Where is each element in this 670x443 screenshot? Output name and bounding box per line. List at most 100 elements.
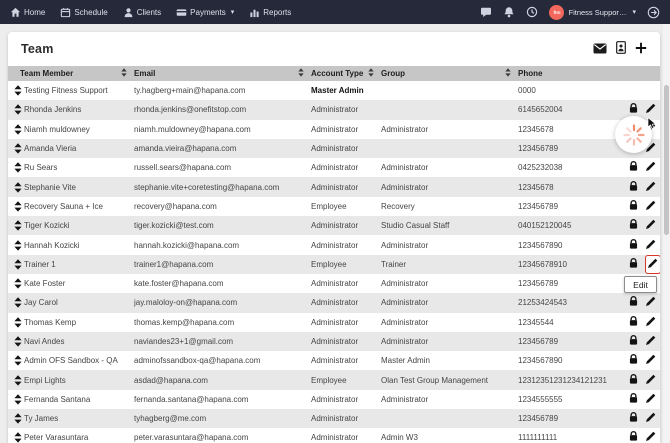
circle-arrow-icon[interactable] [647,6,660,19]
drag-handle-icon[interactable] [12,374,24,386]
drag-handle-icon[interactable] [12,220,24,231]
row-actions [628,430,660,443]
team-member-email: ty.hagberg+main@hapana.com [134,86,246,96]
clock-icon[interactable] [526,6,538,18]
edit-button[interactable] [645,238,657,253]
pencil-icon [645,353,657,368]
drag-handle-icon[interactable] [12,123,24,135]
drag-handle-icon[interactable] [12,201,24,212]
team-member-name: Amanda Vieria [24,144,77,154]
group: Administrator [381,279,429,289]
team-member-name: Testing Fitness Support [24,86,108,96]
edit-button[interactable] [645,392,657,407]
column-header-account-type[interactable]: Account Type [311,66,381,81]
lock-button[interactable] [628,238,639,253]
drag-handle-icon[interactable] [12,181,24,193]
add-team-member-button[interactable] [635,42,647,57]
edit-button[interactable] [645,315,657,330]
edit-button[interactable] [645,411,657,426]
column-header-email[interactable]: Email [134,66,311,81]
chat-icon[interactable] [480,6,492,18]
team-member-email: recovery@hapana.com [134,201,217,211]
edit-button[interactable] [645,102,657,117]
drag-handle-icon[interactable] [12,394,24,405]
user-menu[interactable]: ftm Fitness Support... ▾ [549,4,636,20]
drag-handle-icon[interactable] [12,104,24,116]
nav-clients[interactable]: Clients [123,7,161,18]
nav-home[interactable]: Home [10,7,45,18]
lock-button[interactable] [628,315,639,330]
team-member-email: fernanda.santana@hapana.com [134,394,249,404]
account-type: Employee [311,375,347,385]
nav-reports[interactable]: Reports [249,7,291,18]
drag-handle-icon[interactable] [12,85,24,96]
lock-icon [628,353,639,368]
lock-button[interactable] [628,199,639,214]
pencil-icon [645,238,657,253]
team-table-body: Testing Fitness Support ty.hagberg+main@… [8,81,660,443]
account-type: Administrator [311,394,359,404]
drag-handle-icon[interactable] [12,355,24,366]
lock-button[interactable] [628,180,639,195]
phone: 12345678 [518,124,554,134]
lock-button[interactable] [628,411,639,426]
drag-handle-icon[interactable] [12,259,24,270]
calendar-icon [60,7,71,18]
plus-icon [635,42,647,57]
drag-handle-icon[interactable] [12,336,24,347]
edit-button[interactable] [645,160,657,175]
pencil-icon [645,334,657,349]
home-icon [10,7,21,18]
drag-handle-icon[interactable] [12,316,24,328]
drag-handle-icon[interactable] [12,432,24,443]
lock-button[interactable] [628,218,639,233]
lock-button[interactable] [628,373,639,388]
lock-button[interactable] [628,160,639,175]
edit-button[interactable] [645,180,657,195]
export-team-button[interactable] [616,41,626,57]
lock-button[interactable] [628,257,639,272]
edit-button[interactable] [645,334,657,349]
edit-button[interactable] [645,199,657,214]
drag-handle-icon[interactable] [12,413,24,424]
phone: 123456789 [518,144,559,154]
table-row: Admin OFS Sandbox - QA adminofssandbox-q… [8,351,660,370]
lock-button[interactable] [628,392,639,407]
lock-button[interactable] [628,295,639,310]
edit-button[interactable] [645,353,657,368]
lock-button[interactable] [628,430,639,443]
row-actions [628,334,660,349]
lock-icon [628,199,639,214]
edit-button[interactable] [645,373,657,388]
edit-button[interactable] [645,430,657,443]
drag-handle-icon[interactable] [12,143,24,154]
column-label: Account Type [311,69,364,78]
column-header-actions [628,66,660,81]
row-actions [628,199,660,214]
drag-handle-icon[interactable] [12,278,24,289]
nav-payments[interactable]: Payments ▾ [176,7,234,18]
email-team-button[interactable] [593,42,607,57]
scrollbar-thumb[interactable] [664,85,669,235]
column-header-team-member[interactable]: Team Member [12,66,134,81]
lock-button[interactable] [628,334,639,349]
column-header-phone[interactable]: Phone [518,66,628,81]
edit-button[interactable] [645,218,657,233]
drag-handle-icon[interactable] [12,162,24,173]
team-member-email: tiger.kozicki@test.com [134,221,214,231]
column-header-group[interactable]: Group [381,66,518,81]
pencil-icon [645,315,657,330]
group: Administrator [381,124,429,134]
nav-schedule[interactable]: Schedule [60,7,108,18]
drag-handle-icon[interactable] [12,297,24,309]
drag-handle-icon[interactable] [12,239,24,251]
team-member-email: hannah.kozicki@hapana.com [134,240,240,250]
team-member-name: Ty James [24,414,59,424]
row-actions [628,254,660,274]
edit-button[interactable] [645,254,660,274]
edit-button[interactable] [645,295,657,310]
lock-button[interactable] [628,353,639,368]
bell-icon[interactable] [503,6,515,18]
group: Administrator [381,337,429,346]
group: Trainer [381,259,407,269]
